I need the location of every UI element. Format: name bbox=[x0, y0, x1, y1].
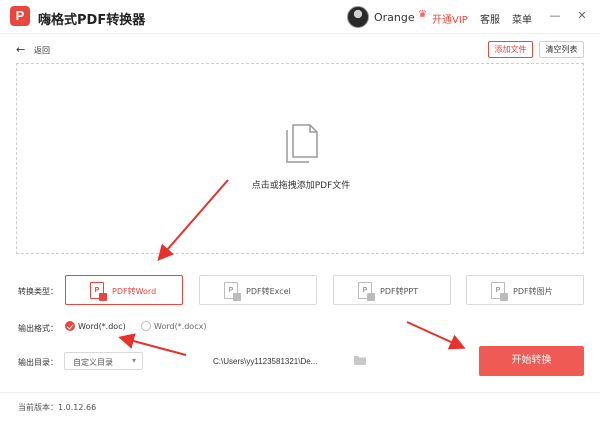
radio-label: Word(*.docx) bbox=[154, 322, 207, 331]
app-logo-icon: P bbox=[10, 6, 30, 26]
clear-list-button[interactable]: 清空列表 bbox=[539, 41, 584, 58]
drop-hint-text: 点击或拖拽添加PDF文件 bbox=[251, 181, 351, 191]
conversion-type-label: 转换类型： bbox=[18, 287, 58, 296]
annotation-arrow bbox=[406, 321, 466, 350]
type-pdf-to-ppt-button[interactable]: P PDF转PPT bbox=[333, 275, 451, 305]
format-docx-radio[interactable]: Word(*.docx) bbox=[141, 321, 216, 333]
title-bar: P 嗨格式PDF转换器 Orange ♛ 开通VIP 客服 菜单 — ✕ bbox=[0, 0, 600, 34]
menu-button[interactable]: 菜单 bbox=[512, 11, 532, 26]
pdf-word-icon: P bbox=[90, 282, 107, 301]
type-pdf-to-image-button[interactable]: P PDF转图片 bbox=[466, 275, 584, 305]
pdf-ppt-icon: P bbox=[358, 282, 375, 301]
back-arrow-icon: ← bbox=[16, 43, 26, 56]
pdf-image-icon: P bbox=[491, 282, 508, 301]
start-convert-button[interactable]: 开始转换 bbox=[479, 346, 584, 376]
chevron-down-icon: ▾ bbox=[131, 356, 136, 365]
add-file-button[interactable]: 添加文件 bbox=[488, 41, 533, 58]
output-path: C:\Users\yy1123581321\De... bbox=[213, 357, 318, 366]
radio-unchecked-icon bbox=[141, 321, 151, 331]
back-label: 返回 bbox=[34, 46, 50, 55]
app-title: 嗨格式PDF转换器 bbox=[38, 13, 146, 28]
folder-icon[interactable] bbox=[354, 355, 366, 365]
version-text: 当前版本：1.0.12.66 bbox=[18, 403, 97, 412]
type-label: PDF转PPT bbox=[380, 287, 419, 296]
type-pdf-to-word-button[interactable]: P PDF转Word bbox=[65, 275, 183, 305]
type-label: PDF转Excel bbox=[246, 287, 291, 296]
radio-label: Word(*.doc) bbox=[78, 322, 126, 331]
output-dir-select[interactable]: 自定义目录 ▾ bbox=[64, 352, 143, 370]
type-pdf-to-excel-button[interactable]: P PDF转Excel bbox=[199, 275, 317, 305]
type-label: PDF转Word bbox=[112, 287, 157, 296]
pdf-excel-icon: P bbox=[224, 282, 241, 301]
open-vip-link[interactable]: 开通VIP bbox=[432, 11, 468, 26]
customer-service-button[interactable]: 客服 bbox=[480, 11, 500, 26]
footer-divider bbox=[0, 392, 600, 393]
type-label: PDF转图片 bbox=[513, 287, 553, 296]
output-format-label: 输出格式： bbox=[18, 324, 58, 333]
documents-icon bbox=[286, 124, 318, 163]
radio-checked-icon bbox=[65, 321, 75, 331]
vip-crown-icon: ♛ bbox=[418, 9, 427, 20]
avatar[interactable] bbox=[347, 6, 369, 28]
username[interactable]: Orange bbox=[374, 11, 415, 24]
format-doc-radio[interactable]: Word(*.doc) bbox=[65, 321, 135, 333]
output-dir-label: 输出目录： bbox=[18, 358, 58, 367]
close-icon[interactable]: ✕ bbox=[574, 8, 590, 24]
file-drop-zone[interactable]: 点击或拖拽添加PDF文件 bbox=[16, 63, 584, 254]
select-value: 自定义目录 bbox=[73, 358, 113, 367]
minimize-icon[interactable]: — bbox=[547, 8, 563, 24]
